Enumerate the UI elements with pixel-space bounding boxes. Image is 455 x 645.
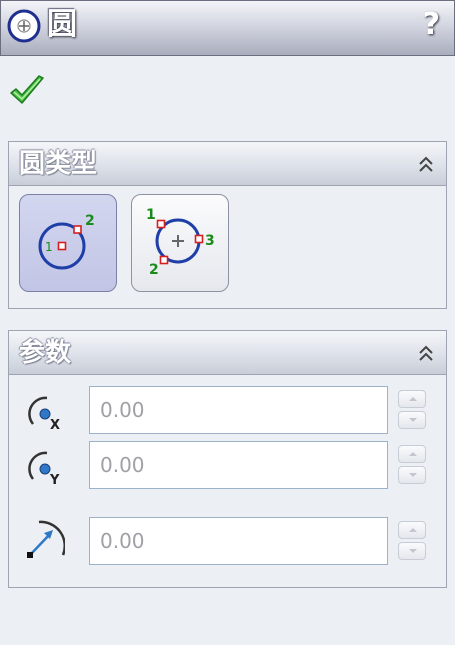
panel-title: 圆 [47, 7, 77, 42]
point-label-2: 2 [85, 213, 95, 229]
radius-row [9, 517, 448, 565]
radius-spinner[interactable] [398, 521, 428, 561]
perimeter-circle-button[interactable]: 1 3 2 [131, 194, 229, 292]
point-label-3: 3 [205, 233, 215, 249]
spin-up-arrow[interactable] [398, 390, 426, 408]
center-y-input[interactable] [89, 441, 388, 489]
spin-down-arrow[interactable] [398, 466, 426, 484]
spin-down-arrow[interactable] [398, 542, 426, 560]
center-y-row: Y [9, 441, 448, 489]
center-y-icon: Y [28, 451, 60, 488]
double-chevron-up-icon[interactable] [416, 343, 436, 365]
radius-icon [27, 520, 65, 558]
center-y-spinner[interactable] [398, 445, 428, 485]
parameters-group-title: 参数 [19, 338, 72, 368]
circle-plus-icon [7, 9, 41, 43]
circle-type-group-header[interactable]: 圆类型 [9, 142, 446, 186]
parameters-group-header[interactable]: 参数 [9, 331, 446, 375]
point-label-1: 1 [45, 240, 53, 254]
circle-type-group-title: 圆类型 [19, 149, 98, 179]
center-y-icon-label: Y [49, 473, 60, 488]
radius-input[interactable] [89, 517, 388, 565]
center-x-icon-label: X [50, 418, 60, 433]
center-x-icon: X [28, 396, 60, 433]
help-button[interactable]: ? [423, 7, 440, 43]
parameters-group: 参数 X Y [8, 330, 447, 588]
spin-up-arrow[interactable] [398, 445, 426, 463]
circle-type-group: 圆类型 1 2 1 3 2 [8, 141, 447, 309]
green-checkmark-icon[interactable] [8, 74, 46, 108]
center-x-input[interactable] [89, 386, 388, 434]
spin-up-arrow[interactable] [398, 521, 426, 539]
center-circle-button[interactable]: 1 2 [19, 194, 117, 292]
spin-down-arrow[interactable] [398, 411, 426, 429]
perimeter-circle-icon: 1 3 2 [146, 207, 215, 278]
point-label-1: 1 [146, 207, 156, 223]
center-x-spinner[interactable] [398, 390, 428, 430]
property-manager-titlebar: 圆 ? [0, 0, 455, 56]
center-circle-icon: 1 2 [38, 213, 95, 270]
center-x-row: X [9, 386, 448, 434]
double-chevron-up-icon[interactable] [416, 154, 436, 176]
point-label-2: 2 [149, 262, 159, 278]
